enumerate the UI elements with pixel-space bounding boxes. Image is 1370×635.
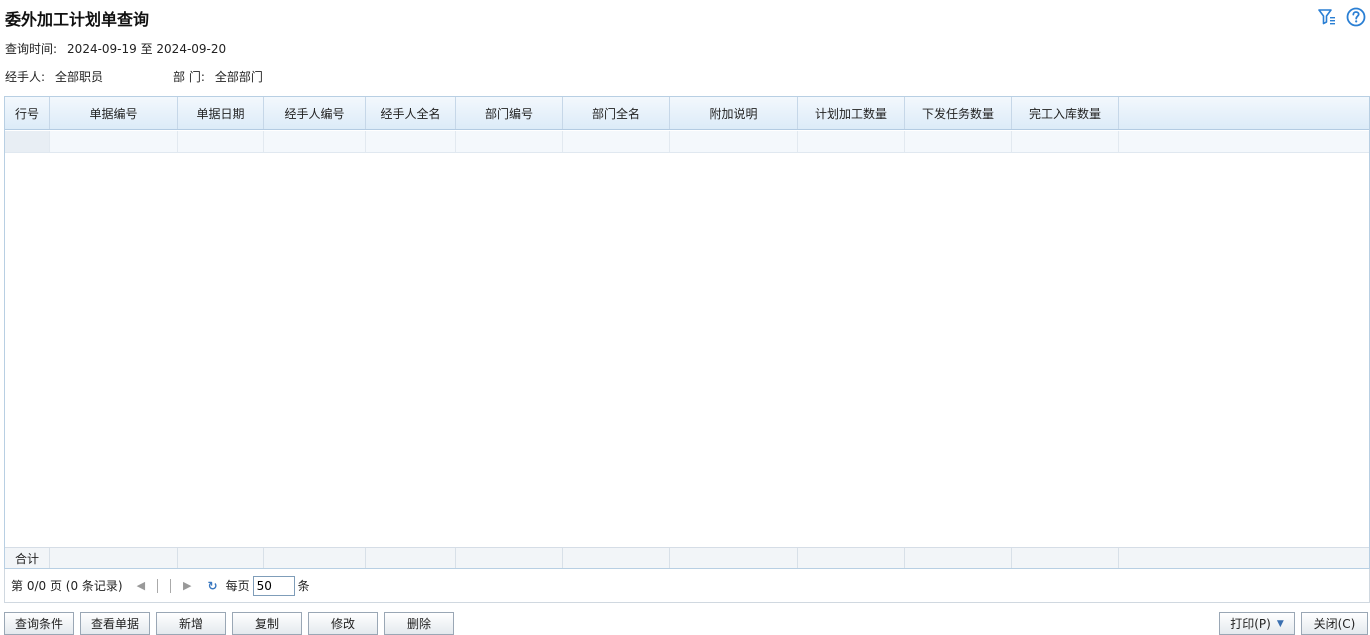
pager-separator xyxy=(170,578,172,593)
copy-button[interactable]: 复制 xyxy=(232,612,302,635)
delete-button[interactable]: 删除 xyxy=(384,612,454,635)
row-number-cell[interactable] xyxy=(5,131,50,152)
column-header-department-name[interactable]: 部门全名 xyxy=(563,97,670,129)
table-cell[interactable] xyxy=(563,131,670,152)
totals-cell xyxy=(1012,548,1119,568)
table-cell[interactable] xyxy=(905,131,1012,152)
pagination-bar: 第 0/0 页 (0 条记录) ◀ ▶ ↻ 每页 条 xyxy=(4,569,1370,603)
add-button[interactable]: 新增 xyxy=(156,612,226,635)
view-document-button[interactable]: 查看单据 xyxy=(80,612,150,635)
bottom-button-bar: 查询条件 查看单据 新增 复制 修改 删除 打印(P) ▼ 关闭(C) xyxy=(0,612,1370,635)
table-cell[interactable] xyxy=(50,131,178,152)
totals-cell xyxy=(178,548,264,568)
totals-cell xyxy=(670,548,798,568)
table-cell[interactable] xyxy=(178,131,264,152)
totals-cell xyxy=(798,548,905,568)
handler-value: 全部职员 xyxy=(55,70,104,84)
column-header-completed-quantity[interactable]: 完工入库数量 xyxy=(1012,97,1119,129)
filter-summary-row: 经手人: 全部职员 部 门: 全部部门 xyxy=(5,68,263,85)
prev-page-icon[interactable]: ◀ xyxy=(137,579,145,592)
pager-separator xyxy=(157,578,159,593)
query-time-row: 查询时间: 2024-09-19 至 2024-09-20 xyxy=(5,40,226,57)
table-cell[interactable] xyxy=(264,131,366,152)
results-grid: 行号 单据编号 单据日期 经手人编号 经手人全名 部门编号 部门全名 附加说明 … xyxy=(4,96,1370,569)
page-info: 第 0/0 页 (0 条记录) xyxy=(11,579,123,593)
department-label: 部 门: xyxy=(173,70,205,84)
page-title: 委外加工计划单查询 xyxy=(5,10,150,29)
totals-label: 合计 xyxy=(5,548,50,568)
table-cell[interactable] xyxy=(798,131,905,152)
totals-filler xyxy=(1119,548,1369,568)
filter-icon[interactable] xyxy=(1317,7,1337,27)
query-conditions-button[interactable]: 查询条件 xyxy=(4,612,74,635)
per-page-unit: 条 xyxy=(297,579,310,593)
refresh-icon[interactable]: ↻ xyxy=(208,579,218,593)
chevron-down-icon[interactable]: ▼ xyxy=(1277,619,1284,629)
column-header-filler xyxy=(1119,97,1369,129)
column-header-issued-quantity[interactable]: 下发任务数量 xyxy=(905,97,1012,129)
grid-header: 行号 单据编号 单据日期 经手人编号 经手人全名 部门编号 部门全名 附加说明 … xyxy=(5,97,1369,130)
department-value: 全部部门 xyxy=(214,70,263,84)
column-header-document-number[interactable]: 单据编号 xyxy=(50,97,178,129)
column-header-department-code[interactable]: 部门编号 xyxy=(456,97,563,129)
print-button[interactable]: 打印(P) ▼ xyxy=(1219,612,1295,635)
totals-cell xyxy=(563,548,670,568)
per-page-label: 每页 xyxy=(225,579,250,593)
table-cell[interactable] xyxy=(670,131,798,152)
modify-button[interactable]: 修改 xyxy=(308,612,378,635)
close-button[interactable]: 关闭(C) xyxy=(1301,612,1368,635)
top-toolbar xyxy=(1317,7,1366,27)
table-row[interactable] xyxy=(5,131,1369,153)
per-page-input[interactable] xyxy=(252,575,295,596)
totals-cell xyxy=(264,548,366,568)
print-button-label: 打印(P) xyxy=(1230,617,1271,631)
next-page-icon[interactable]: ▶ xyxy=(183,579,191,592)
column-header-row-number[interactable]: 行号 xyxy=(5,97,50,129)
help-icon[interactable] xyxy=(1346,7,1366,27)
column-header-handler-code[interactable]: 经手人编号 xyxy=(264,97,366,129)
query-time-label: 查询时间: xyxy=(5,42,58,56)
table-cell[interactable] xyxy=(366,131,456,152)
query-time-value: 2024-09-19 至 2024-09-20 xyxy=(67,42,227,56)
totals-cell xyxy=(366,548,456,568)
totals-cell xyxy=(905,548,1012,568)
handler-label: 经手人: xyxy=(5,70,46,84)
totals-row: 合计 xyxy=(5,547,1369,568)
column-header-planned-quantity[interactable]: 计划加工数量 xyxy=(798,97,905,129)
column-header-remarks[interactable]: 附加说明 xyxy=(670,97,798,129)
table-cell[interactable] xyxy=(1012,131,1119,152)
column-header-handler-name[interactable]: 经手人全名 xyxy=(366,97,456,129)
table-cell-filler xyxy=(1119,131,1369,152)
column-header-document-date[interactable]: 单据日期 xyxy=(178,97,264,129)
table-cell[interactable] xyxy=(456,131,563,152)
totals-cell xyxy=(50,548,178,568)
totals-cell xyxy=(456,548,563,568)
